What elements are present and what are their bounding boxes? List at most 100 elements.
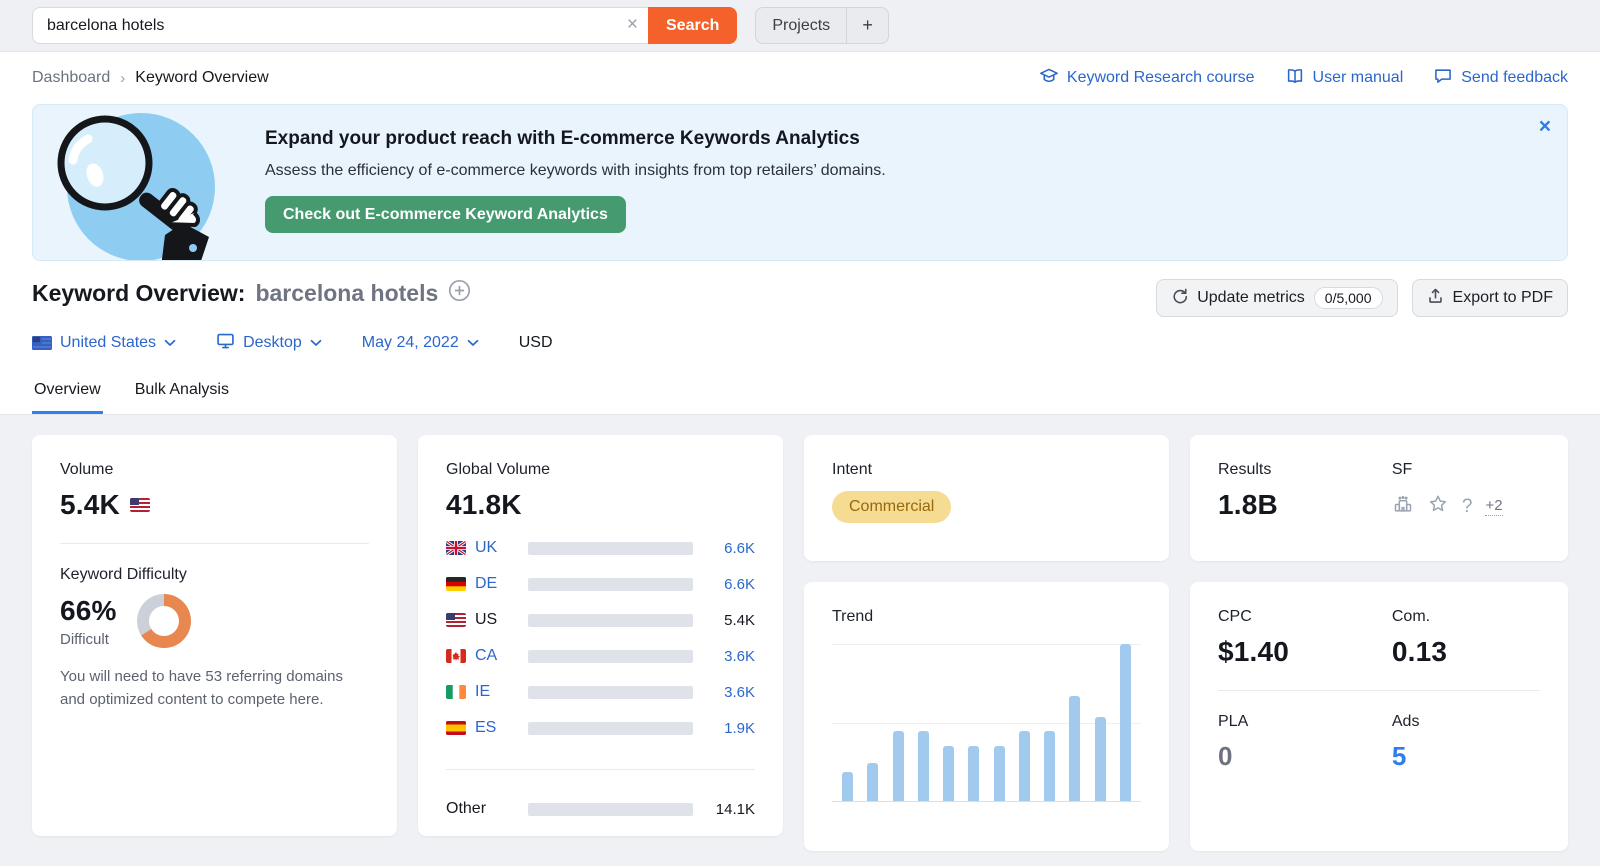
pla-value: 0 xyxy=(1218,741,1233,771)
refresh-icon xyxy=(1171,287,1188,309)
promo-banner: Expand your product reach with E-commerc… xyxy=(32,104,1568,261)
global-volume-row-ca[interactable]: CA 3.6K xyxy=(446,645,755,667)
chevron-down-icon xyxy=(164,339,176,346)
global-volume-row-de[interactable]: DE 6.6K xyxy=(446,573,755,595)
trend-bar xyxy=(993,745,1005,801)
trend-bar xyxy=(1119,644,1131,801)
banner-subtitle: Assess the efficiency of e-commerce keyw… xyxy=(265,162,886,179)
add-project-button[interactable]: + xyxy=(846,8,888,43)
global-volume-row-ie[interactable]: IE 3.6K xyxy=(446,681,755,703)
trend-bar xyxy=(968,745,980,801)
send-feedback-link[interactable]: Send feedback xyxy=(1433,66,1568,91)
keyword-difficulty-level: Difficult xyxy=(60,630,109,648)
chat-bubble-icon xyxy=(1433,66,1453,91)
update-metrics-button[interactable]: Update metrics 0/5,000 xyxy=(1156,279,1398,317)
clear-search-icon[interactable]: × xyxy=(627,13,638,37)
trend-bar xyxy=(892,731,904,801)
faq-question-icon: ? xyxy=(1461,495,1473,517)
tab-overview[interactable]: Overview xyxy=(32,375,103,414)
results-label: Results xyxy=(1218,461,1272,478)
search-button[interactable]: Search xyxy=(648,7,738,44)
volume-bar xyxy=(528,577,693,591)
intent-badge[interactable]: Commercial xyxy=(832,491,952,523)
volume-bar xyxy=(528,613,693,627)
ads-value[interactable]: 5 xyxy=(1392,741,1420,772)
flag-ca-icon xyxy=(446,649,466,663)
keyword-research-course-link[interactable]: Keyword Research course xyxy=(1039,66,1255,91)
search-input[interactable] xyxy=(32,7,648,44)
chevron-down-icon xyxy=(467,339,479,346)
competition-label: Com. xyxy=(1391,608,1431,625)
export-pdf-button[interactable]: Export to PDF xyxy=(1411,279,1568,317)
global-volume-row-uk[interactable]: UK 6.6K xyxy=(446,537,755,559)
volume-bar xyxy=(528,541,693,555)
monitor-icon xyxy=(216,331,235,355)
flag-es-icon xyxy=(446,721,466,735)
tab-bar: Overview Bulk Analysis xyxy=(0,375,1600,415)
global-volume-row-es[interactable]: ES 1.9K xyxy=(446,717,755,739)
projects-button[interactable]: Projects xyxy=(756,8,846,43)
add-keyword-icon[interactable] xyxy=(448,279,471,307)
flag-uk-icon xyxy=(446,541,466,555)
trend-bar xyxy=(1094,716,1106,801)
flag-us-icon xyxy=(32,336,52,350)
country-filter[interactable]: United States xyxy=(32,334,176,352)
trend-bar xyxy=(842,771,853,801)
cpc-value: $1.40 xyxy=(1218,636,1290,667)
currency-label: USD xyxy=(518,334,553,351)
trend-chart xyxy=(832,644,1141,802)
banner-title: Expand your product reach with E-commerc… xyxy=(265,128,860,149)
global-volume-value: 41.8K xyxy=(446,489,522,520)
trend-bar xyxy=(1044,731,1056,801)
device-filter[interactable]: Desktop xyxy=(216,331,322,355)
flag-us-icon xyxy=(129,498,150,512)
banner-cta-button[interactable]: Check out E-commerce Keyword Analytics xyxy=(265,196,626,233)
flag-de-icon xyxy=(446,577,466,591)
trend-label: Trend xyxy=(832,608,874,625)
book-icon xyxy=(1285,66,1305,91)
breadcrumb-row: Dashboard › Keyword Overview Keyword Res… xyxy=(0,54,1600,102)
keyword-difficulty-description: You will need to have 53 referring domai… xyxy=(60,668,343,708)
trend-bar xyxy=(943,745,955,801)
cpc-card: CPC $1.40 Com. 0.13 PLA 0 Ads 5 xyxy=(1190,582,1568,851)
trend-bar xyxy=(1069,696,1081,801)
intent-label: Intent xyxy=(832,461,873,478)
quota-badge: 0/5,000 xyxy=(1313,287,1383,309)
user-manual-link[interactable]: User manual xyxy=(1285,66,1403,91)
global-volume-card: Global Volume 41.8K UK 6.6K DE 6.6K US 5… xyxy=(418,435,783,836)
keyword-difficulty-label: Keyword Difficulty xyxy=(60,566,187,583)
breadcrumb: Dashboard › Keyword Overview xyxy=(32,69,269,87)
keyword-difficulty-value: 66% xyxy=(60,594,117,626)
local-pack-icon xyxy=(1392,493,1414,520)
trend-card: Trend xyxy=(804,582,1169,851)
more-serp-features[interactable]: +2 xyxy=(1485,497,1503,516)
volume-bar xyxy=(528,802,693,816)
export-icon xyxy=(1427,287,1444,309)
breadcrumb-separator-icon: › xyxy=(120,69,126,87)
date-filter[interactable]: May 24, 2022 xyxy=(362,334,479,352)
breadcrumb-dashboard[interactable]: Dashboard xyxy=(32,69,110,87)
trend-bar xyxy=(1018,731,1030,801)
global-volume-row-us[interactable]: US 5.4K xyxy=(446,609,755,631)
intent-card: Intent Commercial xyxy=(804,435,1169,561)
breadcrumb-current: Keyword Overview xyxy=(135,69,269,86)
results-value: 1.8B xyxy=(1218,489,1278,520)
banner-close-icon[interactable]: × xyxy=(1539,115,1551,139)
keyword-difficulty-donut xyxy=(136,594,191,648)
results-card: Results 1.8B SF ? +2 xyxy=(1190,435,1568,561)
pla-label: PLA xyxy=(1218,713,1249,730)
page-title: Keyword Overview: xyxy=(32,279,246,306)
graduation-cap-icon xyxy=(1039,66,1059,91)
global-volume-label: Global Volume xyxy=(446,461,551,478)
trend-bar xyxy=(917,731,929,801)
volume-bar xyxy=(528,649,693,663)
magnifier-illustration xyxy=(33,105,265,260)
reviews-star-icon xyxy=(1427,493,1449,520)
flag-ie-icon xyxy=(446,685,466,699)
top-search-bar: × Search Projects + xyxy=(0,0,1600,52)
tab-bulk-analysis[interactable]: Bulk Analysis xyxy=(133,375,231,414)
chevron-down-icon xyxy=(310,339,322,346)
volume-card: Volume 5.4K Keyword Difficulty 66% Diffi… xyxy=(32,435,397,836)
global-volume-row-other: Other 14.1K xyxy=(446,800,755,818)
volume-bar xyxy=(528,685,693,699)
